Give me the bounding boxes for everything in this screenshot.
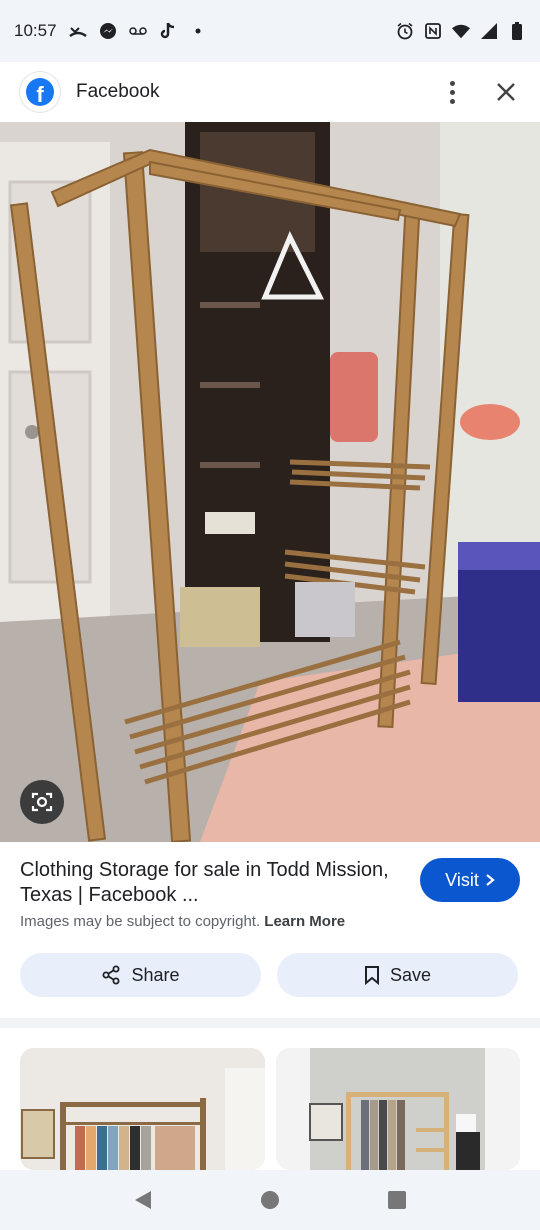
section-divider [0,1018,540,1028]
recents-square-icon [387,1191,406,1209]
facebook-logo-icon: f [20,72,60,112]
dot-icon [189,22,207,40]
share-label: Share [131,964,180,985]
bookmark-icon [364,966,379,985]
lens-search-button[interactable] [20,780,64,824]
copyright-text: Images may be subject to copyright. [20,913,261,930]
share-icon [102,965,120,985]
result-title[interactable]: Clothing Storage for sale in Todd Missio… [20,858,400,908]
home-circle-icon [260,1191,279,1209]
missed-call-icon [68,22,87,40]
copyright-notice: Images may be subject to copyright. Lear… [20,913,345,930]
nfc-icon [424,22,442,40]
learn-more-link[interactable]: Learn More [264,913,345,930]
battery-icon [508,22,526,40]
tiktok-icon [159,22,177,40]
system-nav-bar [0,1170,540,1230]
close-icon [497,83,515,101]
app-header: f Facebook [0,62,540,122]
close-button[interactable] [492,78,520,106]
more-options-icon[interactable] [438,78,466,106]
back-triangle-icon [135,1191,152,1209]
save-button[interactable]: Save [277,953,518,997]
status-bar: 10:57 [0,0,540,62]
share-button[interactable]: Share [20,953,261,997]
back-button[interactable] [123,1180,163,1220]
visit-label: Visit [445,869,479,890]
source-site-title: Facebook [76,81,160,102]
alarm-icon [396,22,414,40]
save-label: Save [389,964,432,985]
system-icons [396,22,526,40]
related-image-1[interactable] [20,1048,265,1170]
visit-button[interactable]: Visit [420,858,520,902]
voicemail-icon [128,22,147,40]
related-image-2[interactable] [276,1048,520,1170]
messenger-icon [99,22,117,40]
lens-icon [31,792,53,812]
preview-image[interactable] [0,122,540,842]
notification-icons [68,22,207,40]
recents-button[interactable] [377,1180,417,1220]
wifi-icon [452,22,470,40]
facebook-logo-letter: f [36,82,44,106]
home-button[interactable] [250,1180,290,1220]
signal-icon [480,22,498,40]
chevron-right-icon [486,874,495,886]
status-time: 10:57 [14,21,57,40]
